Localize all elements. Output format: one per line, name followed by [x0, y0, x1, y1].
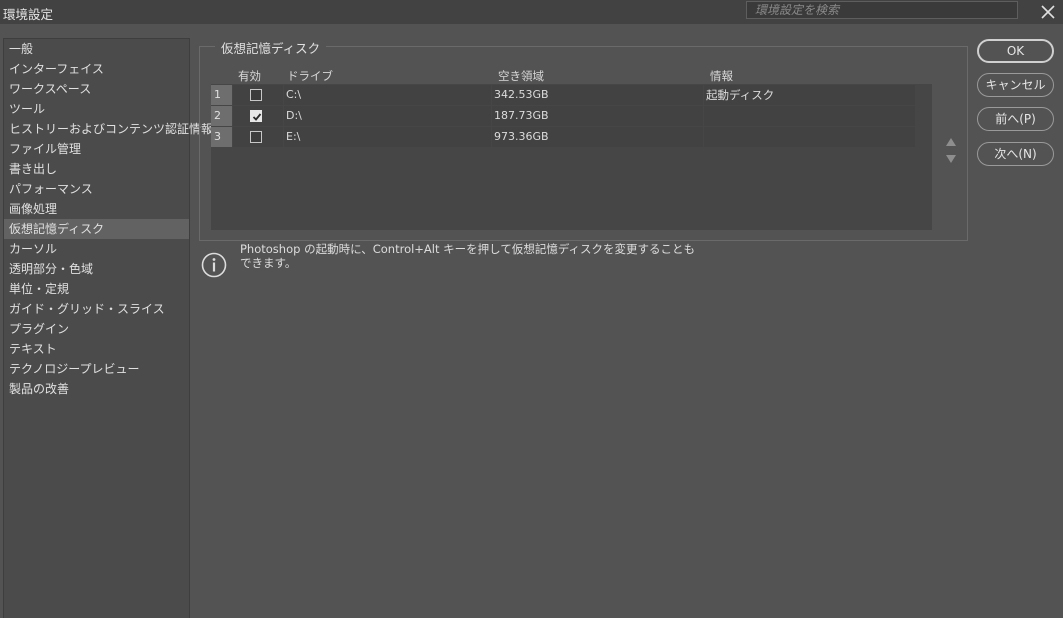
sidebar-item-scratch-disks[interactable]: 仮想記憶ディスク [4, 219, 189, 239]
column-header-free-space: 空き領域 [498, 69, 544, 83]
move-up-button[interactable] [945, 136, 957, 146]
sidebar-item-history[interactable]: ヒストリーおよびコンテンツ認証情報 [4, 119, 213, 139]
triangle-up-icon [946, 138, 956, 146]
enabled-cell [233, 106, 283, 126]
info-text-line: Photoshop の起動時に、Control+Alt キーを押して仮想記憶ディ… [240, 242, 696, 256]
info-text-line: できます。 [240, 256, 297, 270]
enabled-cell [233, 127, 283, 147]
search-input[interactable] [746, 1, 1018, 19]
column-header-drive: ドライブ [287, 69, 333, 83]
sidebar-item-product-improvement[interactable]: 製品の改善 [4, 379, 189, 399]
group-title: 仮想記憶ディスク [215, 38, 327, 57]
sidebar-item-general[interactable]: 一般 [4, 39, 189, 59]
free-space-cell: 973.36GB [492, 127, 703, 147]
sidebar-item-guides[interactable]: ガイド・グリッド・スライス [4, 299, 189, 319]
sidebar-item-export[interactable]: 書き出し [4, 159, 189, 179]
sidebar-item-performance[interactable]: パフォーマンス [4, 179, 189, 199]
triangle-down-icon [946, 155, 956, 163]
row-index: 1 [211, 85, 232, 105]
column-header-info: 情報 [710, 69, 733, 83]
sidebar-item-interface[interactable]: インターフェイス [4, 59, 189, 79]
move-down-button[interactable] [945, 153, 957, 163]
title-bar: 環境設定 [0, 0, 1063, 24]
table-row[interactable]: 3 E:\ 973.36GB [211, 127, 916, 147]
row-index: 3 [211, 127, 232, 147]
sidebar-item-image-processing[interactable]: 画像処理 [4, 199, 189, 219]
drive-cell: C:\ [284, 85, 491, 105]
ok-button[interactable]: OK [977, 39, 1054, 63]
sidebar-item-tools[interactable]: ツール [4, 99, 189, 119]
cancel-button[interactable]: キャンセル [977, 73, 1054, 97]
prev-button[interactable]: 前へ(P) [977, 107, 1054, 131]
info-cell [704, 127, 915, 147]
drive-cell: D:\ [284, 106, 491, 126]
info-icon [201, 252, 227, 278]
sidebar: 一般 インターフェイス ワークスペース ツール ヒストリーおよびコンテンツ認証情… [3, 38, 213, 618]
table-row[interactable]: 1 C:\ 342.53GB 起動ディスク [211, 85, 916, 105]
enabled-cell [233, 85, 283, 105]
sidebar-item-tech-previews[interactable]: テクノロジープレビュー [4, 359, 189, 379]
next-button[interactable]: 次へ(N) [977, 142, 1054, 166]
sidebar-item-cursors[interactable]: カーソル [4, 239, 189, 259]
free-space-cell: 342.53GB [492, 85, 703, 105]
column-header-enabled: 有効 [238, 69, 261, 83]
enabled-checkbox[interactable] [250, 89, 262, 101]
drive-cell: E:\ [284, 127, 491, 147]
row-index: 2 [211, 106, 232, 126]
sidebar-item-workspace[interactable]: ワークスペース [4, 79, 189, 99]
close-icon [1041, 5, 1055, 19]
sidebar-item-transparency[interactable]: 透明部分・色域 [4, 259, 189, 279]
sidebar-item-plugins[interactable]: プラグイン [4, 319, 189, 339]
window-title: 環境設定 [3, 7, 54, 22]
info-cell: 起動ディスク [704, 85, 915, 105]
info-text: Photoshop の起動時に、Control+Alt キーを押して仮想記憶ディ… [240, 242, 710, 270]
table-row[interactable]: 2 D:\ 187.73GB [211, 106, 916, 126]
sidebar-item-units[interactable]: 単位・定規 [4, 279, 189, 299]
enabled-checkbox[interactable] [250, 131, 262, 143]
scratch-disk-table: 1 C:\ 342.53GB 起動ディスク 2 D:\ 187.73GB 3 E… [211, 84, 932, 230]
sidebar-item-type[interactable]: テキスト [4, 339, 189, 359]
sidebar-item-file-handling[interactable]: ファイル管理 [4, 139, 189, 159]
enabled-checkbox[interactable] [250, 110, 262, 122]
free-space-cell: 187.73GB [492, 106, 703, 126]
close-button[interactable] [1034, 0, 1062, 24]
info-cell [704, 106, 915, 126]
checkmark-icon [252, 113, 262, 121]
